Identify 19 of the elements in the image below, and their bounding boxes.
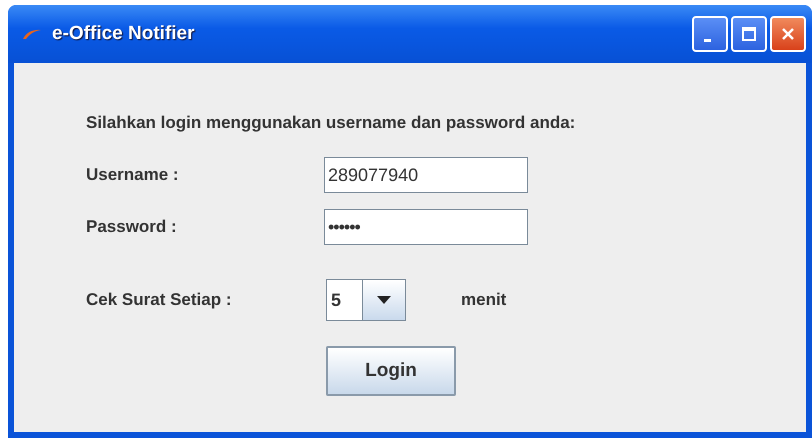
maximize-button[interactable] bbox=[731, 16, 767, 52]
minimize-icon bbox=[704, 38, 710, 42]
dropdown-value: 5 bbox=[327, 280, 363, 320]
interval-dropdown[interactable]: 5 bbox=[326, 279, 406, 321]
unit-label: menit bbox=[461, 290, 506, 310]
dropdown-arrow-icon[interactable] bbox=[377, 296, 391, 304]
field-label: Username : bbox=[86, 165, 180, 185]
interval-label: Cek Surat Setiap : bbox=[86, 290, 232, 310]
window-title: e-Office Notifier bbox=[52, 23, 195, 45]
username-field[interactable]: 289077940 bbox=[324, 157, 528, 193]
app-logo-icon bbox=[22, 28, 42, 40]
field-label: Password : bbox=[86, 217, 178, 237]
maximize-icon bbox=[741, 26, 757, 42]
instruction-text: Silahkan login menggunakan username dan password anda: bbox=[86, 113, 576, 133]
password-field[interactable]: •••••• bbox=[324, 209, 528, 245]
login-button[interactable]: Login bbox=[326, 346, 456, 396]
close-icon bbox=[780, 26, 796, 42]
close-button[interactable] bbox=[770, 16, 806, 52]
minimize-button[interactable] bbox=[692, 16, 728, 52]
